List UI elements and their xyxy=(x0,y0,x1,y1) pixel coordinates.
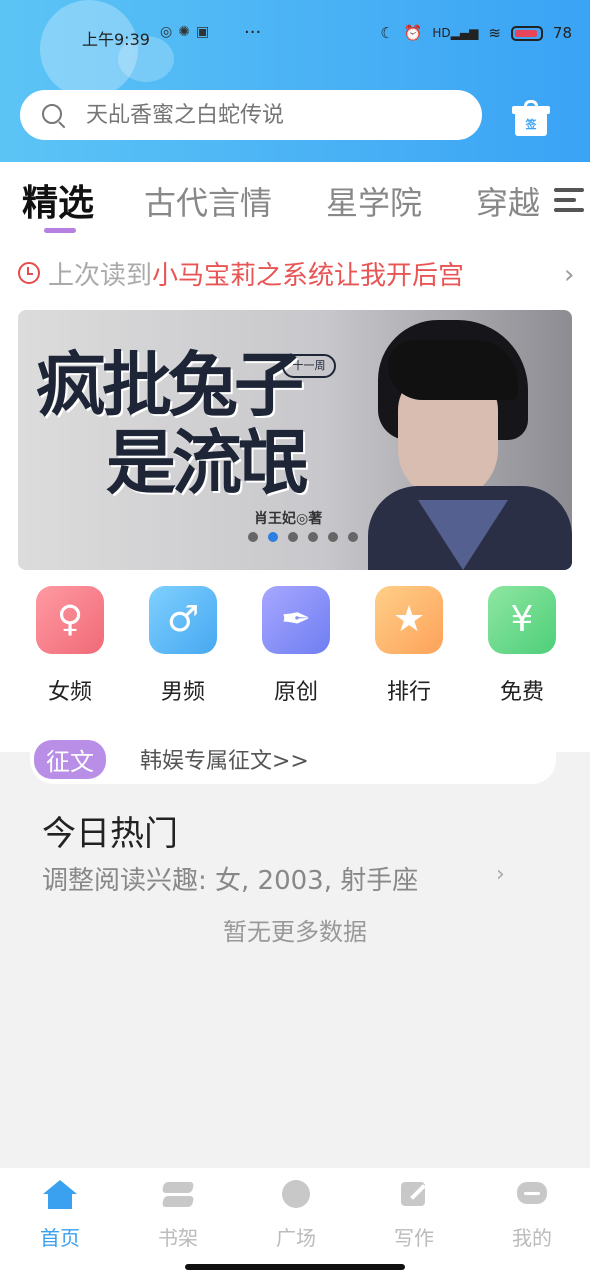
tab-write[interactable]: 写作 xyxy=(374,1180,454,1251)
bookshelf-icon xyxy=(161,1180,195,1210)
tab-ancient-romance[interactable]: 古代言情 xyxy=(144,178,272,224)
carousel-dot[interactable] xyxy=(248,532,258,542)
write-icon xyxy=(397,1180,431,1210)
battery-level: 78 xyxy=(552,24,572,42)
category-label: 免费 xyxy=(499,680,544,705)
carousel-dot-active[interactable] xyxy=(268,532,278,542)
tab-label: 我的 xyxy=(512,1226,552,1250)
category-female[interactable]: ♀ 女频 xyxy=(35,586,105,706)
tab-label: 书架 xyxy=(158,1226,198,1250)
home-icon xyxy=(43,1180,77,1210)
carousel-dot[interactable] xyxy=(328,532,338,542)
header: 上午9:39 ◎✺▣ ··· ☾ ⏰ HD▂▄▆ ≋ 78 签 xyxy=(0,0,590,162)
tab-star-academy[interactable]: 星学院 xyxy=(326,178,422,224)
contest-text[interactable]: 韩娱专属征文>> xyxy=(140,743,309,775)
banner-author: 肖王妃◎著 xyxy=(254,511,323,527)
tab-label: 广场 xyxy=(276,1226,316,1250)
more-dots-icon: ··· xyxy=(244,22,262,43)
sign-in-gift-button[interactable]: 签 xyxy=(512,100,552,136)
chevron-right-icon[interactable]: › xyxy=(496,862,505,887)
contest-tag: 征文 xyxy=(34,739,106,779)
status-right: ☾ ⏰ HD▂▄▆ ≋ 78 xyxy=(380,24,572,42)
category-label: 原创 xyxy=(273,680,318,705)
tab-mine[interactable]: 我的 xyxy=(492,1180,572,1251)
category-label: 排行 xyxy=(386,680,431,705)
tab-label: 写作 xyxy=(394,1226,434,1250)
moon-icon: ☾ xyxy=(380,24,394,42)
notification-icons: ◎✺▣ xyxy=(160,24,216,40)
pen-nib-icon: ✒ xyxy=(262,586,330,654)
category-ranking[interactable]: ★ 排行 xyxy=(374,586,444,706)
battery-icon xyxy=(510,25,543,41)
banner-carousel[interactable]: 疯批兔子 是流氓 十一周 肖王妃◎著 xyxy=(18,310,572,570)
carousel-dots xyxy=(248,532,358,542)
tab-featured[interactable]: 精选 xyxy=(22,174,94,226)
podium-icon: ★ xyxy=(375,586,443,654)
chevron-right-icon[interactable]: › xyxy=(564,260,574,290)
chat-bubble-icon xyxy=(515,1180,549,1210)
last-read-title[interactable]: 小马宝莉之系统让我开后宫 xyxy=(152,255,464,292)
carousel-dot[interactable] xyxy=(308,532,318,542)
section-title: 今日热门 xyxy=(42,814,178,854)
status-bar: 上午9:39 ◎✺▣ ··· ☾ ⏰ HD▂▄▆ ≋ 78 xyxy=(0,20,590,52)
banner-badge: 十一周 xyxy=(282,354,336,378)
category-label: 女频 xyxy=(47,680,92,705)
planet-icon xyxy=(279,1180,313,1210)
category-free[interactable]: ¥ 免费 xyxy=(487,586,557,706)
tab-time-travel[interactable]: 穿越 xyxy=(476,178,540,224)
reading-interest-link[interactable]: 调整阅读兴趣: 女, 2003, 射手座 xyxy=(42,860,418,897)
search-bar[interactable] xyxy=(20,90,482,140)
status-time: 上午9:39 xyxy=(82,30,150,49)
banner-title: 疯批兔子 是流氓 xyxy=(36,343,308,504)
clock-icon xyxy=(18,262,40,284)
yen-coin-icon: ¥ xyxy=(488,586,556,654)
signal-icon: HD▂▄▆ xyxy=(432,26,479,40)
tab-plaza[interactable]: 广场 xyxy=(256,1180,336,1251)
home-indicator[interactable] xyxy=(185,1264,405,1270)
menu-icon[interactable] xyxy=(554,188,584,214)
carousel-dot[interactable] xyxy=(288,532,298,542)
banner-cover-image xyxy=(368,310,572,570)
search-icon xyxy=(40,102,66,129)
alarm-icon: ⏰ xyxy=(403,24,423,42)
channel-tabs: 精选 古代言情 星学院 穿越 xyxy=(0,172,590,238)
last-read-bar[interactable]: 上次读到 小马宝莉之系统让我开后宫 xyxy=(18,254,578,292)
empty-state: 暂无更多数据 xyxy=(223,918,367,946)
tab-bookshelf[interactable]: 书架 xyxy=(138,1180,218,1251)
category-label: 男频 xyxy=(160,680,205,705)
male-icon: ♂ xyxy=(149,586,217,654)
active-tab-indicator xyxy=(44,228,76,233)
carousel-dot[interactable] xyxy=(348,532,358,542)
category-male[interactable]: ♂ 男频 xyxy=(148,586,218,706)
contest-banner[interactable]: 征文 韩娱专属征文>> xyxy=(30,734,556,784)
last-read-label: 上次读到 xyxy=(48,260,153,291)
category-grid: ♀ 女频 ♂ 男频 ✒ 原创 ★ 排行 ¥ 免费 xyxy=(0,586,590,716)
tab-label: 首页 xyxy=(40,1226,80,1250)
female-icon: ♀ xyxy=(36,586,104,654)
wifi-icon: ≋ xyxy=(488,24,501,42)
gift-label: 签 xyxy=(515,112,547,136)
category-original[interactable]: ✒ 原创 xyxy=(261,586,331,706)
tab-home[interactable]: 首页 xyxy=(20,1180,100,1251)
search-input[interactable] xyxy=(86,102,466,128)
